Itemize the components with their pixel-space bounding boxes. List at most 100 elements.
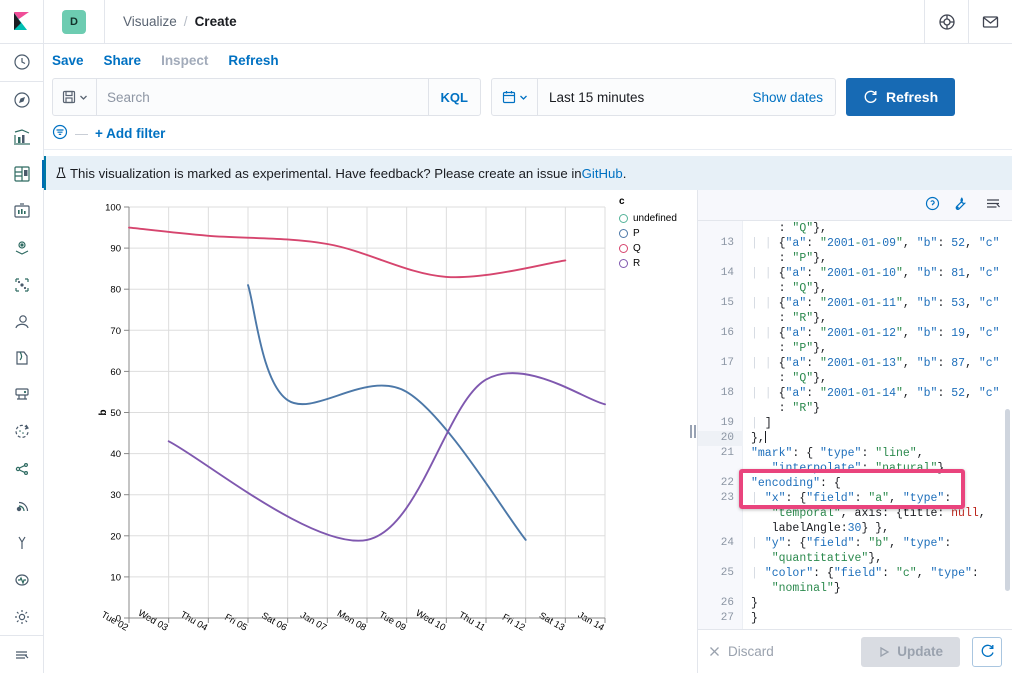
y-axis-title: b	[98, 409, 109, 415]
panel-resize-handle[interactable]	[688, 190, 697, 673]
sidebar-item-apm[interactable]	[0, 377, 44, 414]
sidebar-item-dashboard[interactable]	[0, 156, 44, 193]
editor-line-code: "encoding": {	[751, 477, 841, 490]
wrench-icon[interactable]	[952, 196, 967, 214]
add-filter-button[interactable]: + Add filter	[95, 126, 165, 141]
editor-line[interactable]: : "Q"},	[698, 221, 1012, 236]
y-axis-tick-label: 90	[110, 244, 121, 255]
editor-line[interactable]: 13 | | {"a": "2001-01-09", "b": 52, "c" :…	[698, 236, 1012, 266]
editor-line[interactable]: 25 | "color": {"field": "c", "type": "nom…	[698, 566, 1012, 596]
saved-query-button[interactable]	[53, 79, 97, 115]
editor-line[interactable]: 16 | | {"a": "2001-01-12", "b": 19, "c" :…	[698, 326, 1012, 356]
inspect-button[interactable]: Inspect	[161, 53, 208, 68]
search-input[interactable]: Search	[97, 79, 428, 115]
legend-title: c	[619, 196, 625, 207]
editor-line[interactable]: 20},	[698, 431, 1012, 446]
update-label: Update	[897, 644, 943, 659]
show-dates-button[interactable]: Show dates	[740, 79, 835, 115]
mail-icon[interactable]	[968, 0, 1012, 44]
help-ring-icon[interactable]	[924, 0, 968, 44]
callout-text: This visualization is marked as experime…	[70, 165, 582, 181]
editor-line[interactable]: 15 | | {"a": "2001-01-11", "b": 53, "c" :…	[698, 296, 1012, 326]
sidebar-item-machine-learning[interactable]	[0, 266, 44, 303]
editor-line-code: | | {"a": "2001-01-11", "b": 53, "c" : "…	[751, 297, 1000, 325]
sidebar-item-stack-management[interactable]	[0, 561, 44, 598]
sidebar-item-recently-viewed[interactable]	[0, 44, 44, 81]
sidebar-item-infrastructure[interactable]	[0, 303, 44, 340]
quick-select-button[interactable]	[492, 79, 538, 115]
rerun-button[interactable]	[972, 636, 1002, 667]
editor-line[interactable]: 27}	[698, 611, 1012, 626]
legend-entry[interactable]: Q	[619, 241, 677, 256]
sidebar-item-dev-tools[interactable]	[0, 524, 44, 561]
editor-line-code: | | {"a": "2001-01-13", "b": 87, "c" : "…	[751, 357, 1000, 385]
editor-line-number: 26	[720, 597, 734, 609]
editor-line-number: 14	[720, 267, 734, 279]
query-language-button[interactable]: KQL	[427, 79, 480, 115]
discard-label: Discard	[728, 644, 774, 659]
elastic-kibana-logo[interactable]	[0, 0, 44, 44]
vega-lite-line-chart[interactable]: Tue 02 Wed 03 Thu 04 Fri 05 Sat 06 Jan 07 Mon …	[44, 190, 688, 673]
refresh-button[interactable]: Refresh	[846, 78, 956, 116]
update-button[interactable]: Update	[861, 636, 960, 667]
refresh-icon	[981, 644, 994, 657]
x-axis-tick-label: Sat 06	[259, 610, 288, 633]
x-axis-tick-label: Tue 09	[377, 609, 408, 633]
chart-line-r[interactable]	[167, 372, 606, 542]
editor-line[interactable]: 17 | | {"a": "2001-01-13", "b": 87, "c" :…	[698, 356, 1012, 386]
save-button[interactable]: Save	[52, 53, 84, 68]
collapse-panel-icon[interactable]	[985, 195, 1002, 215]
discard-button[interactable]: Discard	[708, 644, 774, 659]
sidebar-item-logs[interactable]	[0, 340, 44, 377]
editor-line-code: | | {"a": "2001-01-09", "b": 52, "c" : "…	[751, 237, 1000, 265]
editor-line[interactable]: 14 | | {"a": "2001-01-10", "b": 81, "c" :…	[698, 266, 1012, 296]
sidebar-item-canvas[interactable]	[0, 192, 44, 229]
legend-swatch	[619, 259, 628, 268]
editor-line-number: 13	[720, 237, 734, 249]
date-range-value[interactable]: Last 15 minutes	[538, 79, 740, 115]
sidebar-item-siem[interactable]	[0, 451, 44, 488]
editor-line[interactable]: 24 | "y": {"field": "b", "type": "quantit…	[698, 536, 1012, 566]
editor-line[interactable]: 21 "mark": { "type": "line", "interpolate…	[698, 446, 1012, 476]
query-bar: Search KQL Last 15 minutes Show dates Re…	[44, 76, 1012, 118]
refresh-link-button[interactable]: Refresh	[228, 53, 278, 68]
editor-line-code: | "color": {"field": "c", "type": "nomin…	[751, 567, 979, 595]
sidebar-item-discover[interactable]	[0, 82, 44, 119]
play-icon	[880, 646, 890, 657]
filter-icon[interactable]	[52, 124, 68, 143]
sidebar-item-settings[interactable]	[0, 598, 44, 635]
editor-line-code: },	[751, 431, 766, 445]
chart-line-q[interactable]	[128, 226, 567, 279]
editor-line[interactable]: 22 "encoding": {	[698, 476, 1012, 491]
editor-line-code: | "x": {"field": "a", "type": "temporal"…	[751, 492, 986, 535]
search-bar: Search KQL	[52, 78, 481, 116]
sidebar-item-visualize[interactable]	[0, 119, 44, 156]
sidebar-item-maps[interactable]	[0, 229, 44, 266]
refresh-icon	[864, 90, 877, 103]
space-avatar[interactable]: D	[62, 9, 86, 34]
sidebar-item-uptime[interactable]	[0, 414, 44, 451]
share-button[interactable]: Share	[104, 53, 142, 68]
editor-line[interactable]: 26}	[698, 596, 1012, 611]
collapse-nav-icon[interactable]	[0, 636, 44, 673]
legend-entry[interactable]: undefined	[619, 211, 677, 226]
breadcrumb-visualize[interactable]: Visualize	[123, 14, 177, 29]
editor-scrollbar[interactable]	[1005, 409, 1010, 591]
github-link[interactable]: GitHub	[582, 166, 623, 181]
breadcrumb-create[interactable]: Create	[195, 14, 237, 29]
editor-line[interactable]: 19 | ]	[698, 416, 1012, 431]
editor-line-number: 19	[720, 417, 734, 429]
sidebar-item-monitoring[interactable]	[0, 488, 44, 525]
date-picker: Last 15 minutes Show dates	[491, 78, 836, 116]
experimental-callout: This visualization is marked as experime…	[44, 156, 1012, 190]
header-divider	[104, 0, 105, 44]
legend-entry[interactable]: P	[619, 226, 677, 241]
editor-line-code: | "y": {"field": "b", "type": "quantitat…	[751, 537, 952, 565]
editor-line-code: : "Q"},	[751, 222, 827, 235]
legend-entry[interactable]: R	[619, 256, 677, 271]
beaker-icon	[55, 167, 67, 179]
code-editor[interactable]: : "Q"}, 13 | | {"a": "2001-01-09", "b": 52…	[698, 221, 1012, 629]
editor-line[interactable]: 23 | "x": {"field": "a", "type": "tempora…	[698, 491, 1012, 536]
editor-line[interactable]: 18 | | {"a": "2001-01-14", "b": 52, "c" :…	[698, 386, 1012, 416]
question-circle-icon[interactable]	[925, 196, 940, 214]
